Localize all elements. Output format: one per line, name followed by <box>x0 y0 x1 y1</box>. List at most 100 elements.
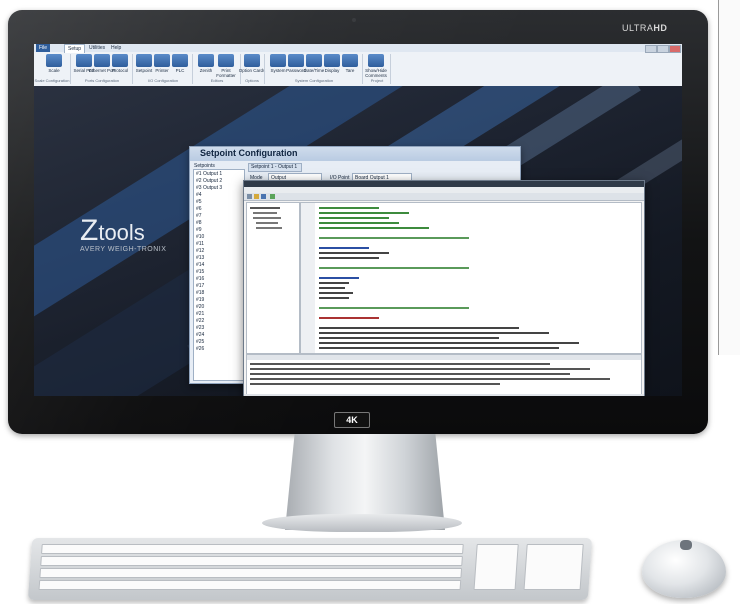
open-folder-icon[interactable] <box>254 194 259 199</box>
tab-setpoint-1[interactable]: Setpoint 1 - Output 1 <box>248 163 302 172</box>
tree-item[interactable] <box>250 207 280 209</box>
code-line <box>319 342 579 344</box>
list-item[interactable]: #24 <box>196 332 204 338</box>
setpoint-title: Setpoint Configuration <box>200 148 298 158</box>
list-item[interactable]: #10 <box>196 234 204 240</box>
output-line <box>250 368 590 370</box>
print-formatter-icon[interactable] <box>218 54 234 67</box>
menu-setup[interactable]: Setup <box>64 44 86 53</box>
tare-icon[interactable] <box>342 54 358 67</box>
4k-badge: 4K <box>334 412 370 428</box>
code-line <box>319 217 389 219</box>
new-file-icon[interactable] <box>247 194 252 199</box>
keyboard <box>27 538 593 600</box>
code-line <box>319 327 519 329</box>
tree-item[interactable] <box>253 217 281 219</box>
system-icon[interactable] <box>270 54 286 67</box>
menu-file[interactable]: File <box>36 44 51 52</box>
list-item[interactable]: #11 <box>196 241 204 247</box>
tree-item[interactable] <box>256 222 278 224</box>
setpoints-list[interactable]: #1 Output 1 #2 Output 2 #3 Output 3 #4 #… <box>193 169 245 381</box>
option-cards-icon[interactable] <box>244 54 260 67</box>
list-item[interactable]: #14 <box>196 262 204 268</box>
list-item[interactable]: #1 Output 1 <box>196 171 222 177</box>
list-item[interactable]: #26 <box>196 346 204 352</box>
code-line <box>319 277 359 279</box>
code-line <box>319 317 379 319</box>
tree-item[interactable] <box>253 212 277 214</box>
save-icon[interactable] <box>261 194 266 199</box>
close-icon[interactable] <box>669 45 681 53</box>
list-item[interactable]: #7 <box>196 213 202 219</box>
list-item[interactable]: #18 <box>196 290 204 296</box>
zenith-icon[interactable] <box>198 54 214 67</box>
code-line <box>319 252 389 254</box>
editor-toolbar <box>244 193 644 201</box>
output-line <box>250 373 570 375</box>
display-icon[interactable] <box>324 54 340 67</box>
keyboard-numpad <box>523 544 584 590</box>
protocol-icon[interactable] <box>112 54 128 67</box>
minimize-icon[interactable] <box>645 45 657 53</box>
maximize-icon[interactable] <box>657 45 669 53</box>
output-tabs <box>247 355 641 360</box>
list-item[interactable]: #23 <box>196 325 204 331</box>
keyboard-key-row <box>41 544 464 554</box>
output-line <box>250 363 550 365</box>
list-item[interactable]: #9 <box>196 227 202 233</box>
output-line <box>250 383 500 385</box>
list-item[interactable]: #5 <box>196 199 202 205</box>
ztools-logo: Ztools <box>80 214 145 247</box>
code-line <box>319 282 349 284</box>
list-item[interactable]: #22 <box>196 318 204 324</box>
list-item[interactable]: #19 <box>196 297 204 303</box>
code-line <box>319 212 409 214</box>
ztools-subtitle: AVERY WEIGH-TRONIX <box>80 246 167 253</box>
list-item[interactable]: #2 Output 2 <box>196 178 222 184</box>
list-item[interactable]: #16 <box>196 276 204 282</box>
list-item[interactable]: #21 <box>196 311 204 317</box>
ribbon-group-editors: Editors <box>210 78 224 83</box>
keyboard-key-row <box>39 568 463 578</box>
menu-utilities[interactable]: Utilities <box>86 44 108 52</box>
ribbon-group-io-configuration: I/O Configuration <box>147 78 179 83</box>
keyboard-key-row <box>40 556 463 566</box>
plc-icon[interactable] <box>172 54 188 67</box>
scale-icon[interactable] <box>46 54 62 67</box>
project-tree[interactable] <box>246 202 300 354</box>
list-item[interactable]: #25 <box>196 339 204 345</box>
code-line <box>319 307 469 309</box>
list-item[interactable]: #17 <box>196 283 204 289</box>
tree-item[interactable] <box>256 227 282 229</box>
run-icon[interactable] <box>270 194 275 199</box>
password-icon[interactable] <box>288 54 304 67</box>
mouse-wheel <box>680 540 692 550</box>
menu-help[interactable]: Help <box>108 44 124 52</box>
ribbon-label-tare: Tare <box>345 68 355 73</box>
date-time-icon[interactable] <box>306 54 322 67</box>
list-item[interactable]: #12 <box>196 248 204 254</box>
code-line <box>319 287 345 289</box>
setpoint-titlebar: Setpoint Configuration <box>190 147 520 161</box>
setpoint-icon[interactable] <box>136 54 152 67</box>
ribbon-label-print-formatter: Print Formatter <box>216 68 236 78</box>
show-hide-comments-icon[interactable] <box>368 54 384 67</box>
printer-icon[interactable] <box>154 54 170 67</box>
window-controls <box>644 44 682 53</box>
list-item[interactable]: #20 <box>196 304 204 310</box>
ribbon-label-option-cards: Option Cards <box>238 68 266 73</box>
keyboard-arrow-block <box>473 544 519 590</box>
code-line <box>319 222 399 224</box>
list-item[interactable]: #6 <box>196 206 202 212</box>
list-item[interactable]: #4 <box>196 192 202 198</box>
list-item[interactable]: #3 Output 3 <box>196 185 222 191</box>
code-line <box>319 347 559 349</box>
serial-port-icon[interactable] <box>76 54 92 67</box>
code-editor[interactable] <box>300 202 642 354</box>
line-number-gutter <box>301 203 315 353</box>
list-item[interactable]: #15 <box>196 269 204 275</box>
ethernet-port-icon[interactable] <box>94 54 110 67</box>
list-item[interactable]: #8 <box>196 220 202 226</box>
list-item[interactable]: #13 <box>196 255 204 261</box>
ribbon-group-project: Project <box>370 78 384 83</box>
